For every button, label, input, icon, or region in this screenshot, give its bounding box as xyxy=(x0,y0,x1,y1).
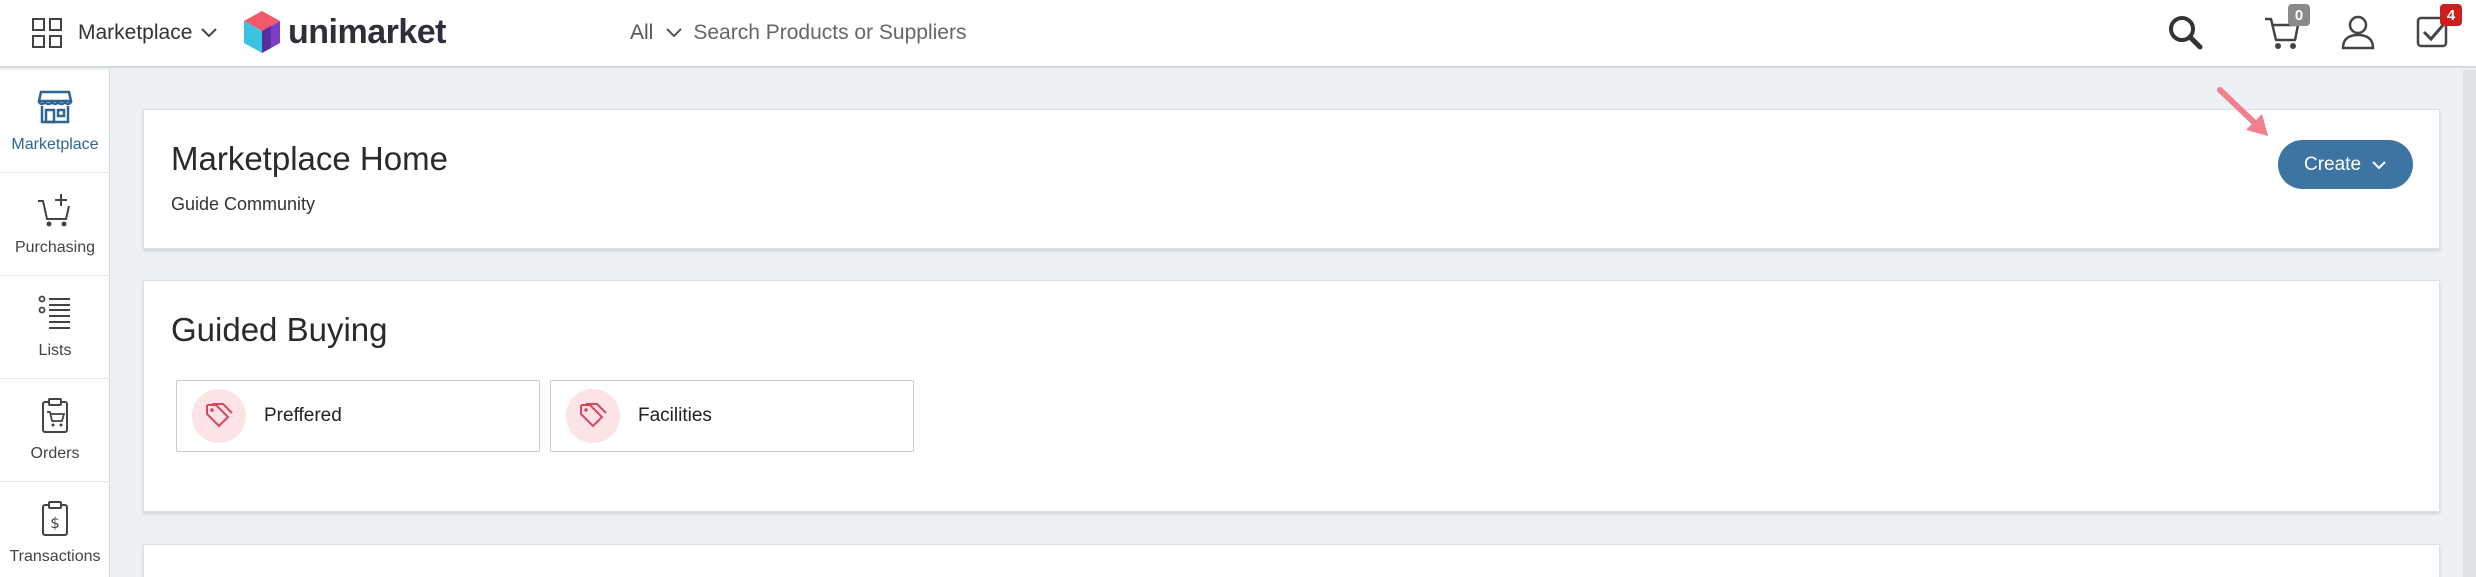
tag-icon xyxy=(580,403,607,428)
account-button[interactable] xyxy=(2338,12,2378,52)
tile-label: Facilities xyxy=(638,405,712,426)
sidebar-item-orders[interactable]: Orders xyxy=(0,379,110,482)
app-switcher-label: Marketplace xyxy=(78,21,193,44)
guided-buying-card: Guided Buying Preffered Facilities xyxy=(143,280,2440,512)
tasks-button[interactable]: 4 xyxy=(2414,4,2462,52)
chevron-down-icon xyxy=(2372,160,2386,169)
tag-icon-badge xyxy=(192,389,246,443)
create-button[interactable]: Create xyxy=(2278,140,2413,189)
sidebar: Marketplace Purchasing Lists Orders $ Tr… xyxy=(0,70,110,577)
search-icon xyxy=(2169,16,2203,50)
sidebar-item-label: Marketplace xyxy=(11,136,99,153)
tag-icon xyxy=(206,403,233,428)
page-subtitle: Guide Community xyxy=(171,194,316,214)
list-icon xyxy=(38,295,70,329)
unimarket-cube-icon xyxy=(244,11,280,53)
marketplace-home-card: Marketplace Home Guide Community Create xyxy=(143,109,2440,249)
cart-count-badge: 0 xyxy=(2288,4,2310,26)
user-icon xyxy=(2341,15,2375,50)
search-input[interactable] xyxy=(693,17,1214,49)
cart-add-icon xyxy=(38,194,70,227)
storefront-icon xyxy=(37,90,73,124)
search-scope-select[interactable]: All xyxy=(630,21,653,45)
chevron-down-icon[interactable] xyxy=(665,27,683,39)
tasks-count-badge: 4 xyxy=(2440,4,2462,26)
svg-text:$: $ xyxy=(50,514,60,532)
sidebar-item-transactions[interactable]: $ Transactions xyxy=(0,482,110,577)
sidebar-item-marketplace[interactable]: Marketplace xyxy=(0,70,110,173)
unimarket-logo[interactable]: unimarket xyxy=(242,9,447,55)
app-grid-icon xyxy=(32,18,62,48)
sidebar-item-label: Purchasing xyxy=(14,239,96,256)
tile-label: Preffered xyxy=(264,405,342,426)
next-section-card xyxy=(143,544,2440,577)
page-title: Marketplace Home xyxy=(171,140,448,177)
guided-buying-tile-preffered[interactable]: Preffered xyxy=(176,380,540,452)
scrollbar-track[interactable] xyxy=(2463,70,2476,577)
chevron-down-icon xyxy=(201,28,218,38)
dollar-document-icon: $ xyxy=(42,501,68,536)
create-button-label: Create xyxy=(2303,153,2362,175)
guided-buying-tile-facilities[interactable]: Facilities xyxy=(550,380,914,452)
sidebar-item-label: Lists xyxy=(38,342,72,359)
search-button[interactable] xyxy=(2165,12,2205,52)
top-bar: Marketplace unimarket All Search Product… xyxy=(0,0,2476,68)
logo-text: unimarket xyxy=(288,12,447,51)
sidebar-item-lists[interactable]: Lists xyxy=(0,276,110,379)
tag-icon-badge xyxy=(566,389,620,443)
sidebar-item-purchasing[interactable]: Purchasing xyxy=(0,173,110,276)
app-switcher[interactable]: Marketplace xyxy=(32,17,218,49)
order-clipboard-icon xyxy=(42,398,68,433)
sidebar-item-label: Transactions xyxy=(9,548,101,565)
section-title: Guided Buying xyxy=(171,311,388,348)
sidebar-item-label: Orders xyxy=(30,445,80,462)
cart-button[interactable]: 0 xyxy=(2262,4,2310,52)
annotation-arrow-icon xyxy=(2217,87,2268,136)
search-bar: All xyxy=(630,17,1214,49)
